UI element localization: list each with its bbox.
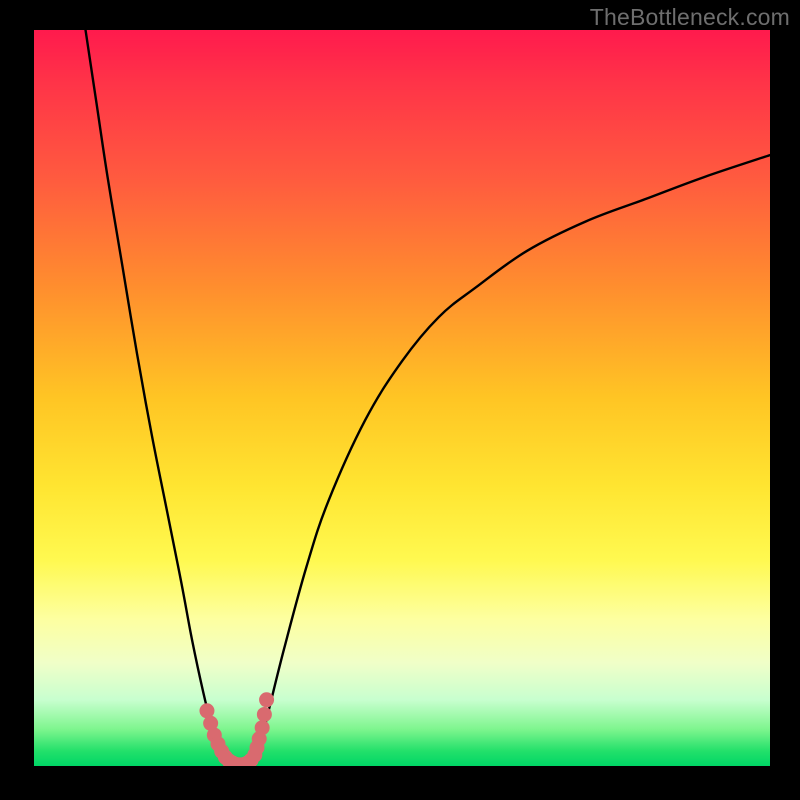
curve-svg xyxy=(34,30,770,766)
highlight-marker xyxy=(259,692,274,707)
chart-frame: TheBottleneck.com xyxy=(0,0,800,800)
curve-right-branch xyxy=(255,155,770,759)
highlight-markers xyxy=(199,692,274,766)
curve-left-branch xyxy=(86,30,226,759)
highlight-marker xyxy=(257,707,272,722)
watermark-text: TheBottleneck.com xyxy=(590,4,790,31)
plot-area xyxy=(34,30,770,766)
highlight-marker xyxy=(255,720,270,735)
